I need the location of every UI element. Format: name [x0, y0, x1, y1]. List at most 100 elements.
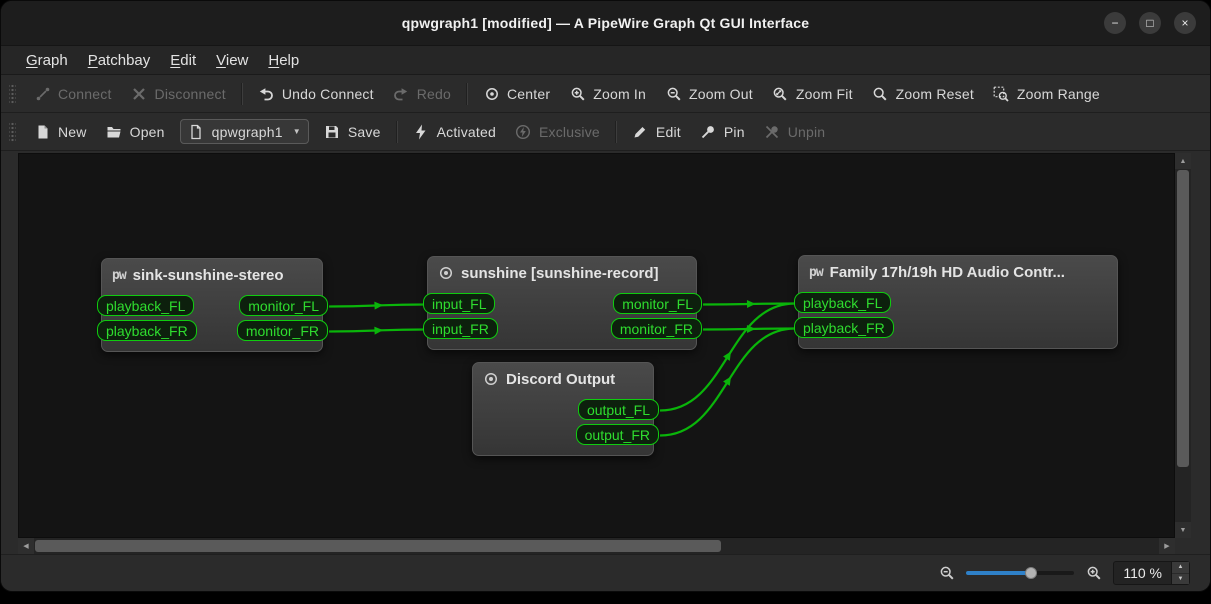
vertical-scroll-track[interactable] [1175, 169, 1191, 522]
redo-icon [393, 85, 410, 102]
port-input_FL[interactable]: input_FL [423, 293, 495, 314]
activated-icon [413, 123, 430, 140]
zoom-in-icon[interactable] [1085, 565, 1102, 582]
toolbar-separator [615, 121, 617, 143]
zoom-in-icon [569, 85, 586, 102]
close-button[interactable]: × [1174, 12, 1196, 34]
port-playback_FR[interactable]: playback_FR [97, 320, 197, 341]
minimize-icon: − [1111, 17, 1118, 29]
zoom-reset-button[interactable]: Zoom Reset [864, 80, 982, 107]
menu-edit[interactable]: Edit [161, 49, 205, 72]
scroll-right-button[interactable]: ▶ [1159, 538, 1175, 554]
edit-label: Edit [656, 124, 681, 140]
spin-down-button[interactable]: ▼ [1172, 574, 1189, 585]
menu-view[interactable]: View [207, 49, 257, 72]
dropdown-arrow-icon: ▼ [293, 127, 301, 136]
exclusive-button[interactable]: Exclusive [507, 118, 608, 145]
horizontal-scrollbar[interactable]: ◀ ▶ [18, 538, 1175, 554]
pin-button[interactable]: Pin [692, 118, 753, 145]
port-output_FR[interactable]: output_FR [576, 424, 659, 445]
menu-graph[interactable]: Graph [17, 49, 77, 72]
file-icon [188, 123, 205, 140]
new-button[interactable]: New [26, 118, 95, 145]
port-monitor_FL[interactable]: monitor_FL [613, 293, 702, 314]
zoom-range-icon [993, 85, 1010, 102]
graph-canvas[interactable]: pwsink-sunshine-stereoplayback_FLmonitor… [18, 153, 1175, 538]
disconnect-button[interactable]: Disconnect [123, 80, 234, 107]
toolbar-separator [396, 121, 398, 143]
horizontal-scroll-track[interactable] [34, 538, 1159, 554]
port-output_FL[interactable]: output_FL [578, 399, 659, 420]
menu-help[interactable]: Help [259, 49, 308, 72]
open-button[interactable]: Open [98, 118, 173, 145]
center-button[interactable]: Center [475, 80, 558, 107]
scroll-up-button[interactable]: ▲ [1175, 153, 1191, 169]
minimize-button[interactable]: − [1104, 12, 1126, 34]
content-area: pwsink-sunshine-stereoplayback_FLmonitor… [18, 153, 1191, 554]
disconnect-icon [131, 85, 148, 102]
undo-connect-button[interactable]: Undo Connect [250, 80, 382, 107]
activated-label: Activated [437, 124, 496, 140]
center-label: Center [507, 86, 550, 102]
menu-patchbay[interactable]: Patchbay [79, 49, 160, 72]
node-title: pwFamily 17h/19h HD Audio Contr... [799, 256, 1117, 288]
node-title: Discord Output [473, 363, 653, 395]
port-playback_FR[interactable]: playback_FR [794, 317, 894, 338]
port-playback_FL[interactable]: playback_FL [97, 295, 194, 316]
port-input_FR[interactable]: input_FR [423, 318, 498, 339]
port-monitor_FR[interactable]: monitor_FR [611, 318, 702, 339]
node-sink[interactable]: pwsink-sunshine-stereoplayback_FLmonitor… [101, 258, 323, 352]
node-title: sunshine [sunshine-record] [428, 257, 696, 289]
pin-label: Pin [724, 124, 745, 140]
zoom-fit-button[interactable]: Zoom Fit [764, 80, 861, 107]
port-monitor_FR[interactable]: monitor_FR [237, 320, 328, 341]
toolbar-main: Connect Disconnect Undo ConnectRedo Center Z… [1, 75, 1210, 113]
toolbar-file: New Open qpwgraph1▼ Save Activated Exclusive E… [1, 113, 1210, 151]
port-playback_FL[interactable]: playback_FL [794, 292, 891, 313]
patchbay-selector-combo[interactable]: qpwgraph1▼ [180, 119, 309, 144]
vertical-scroll-handle[interactable] [1177, 170, 1189, 467]
zoom-slider[interactable] [966, 571, 1074, 575]
zoom-value[interactable]: 110 % [1114, 562, 1171, 584]
zoom-spin-arrows: ▲ ▼ [1171, 562, 1189, 584]
horizontal-scroll-handle[interactable] [35, 540, 721, 552]
disconnect-label: Disconnect [155, 86, 226, 102]
save-button[interactable]: Save [316, 118, 389, 145]
vertical-scrollbar[interactable]: ▲ ▼ [1175, 153, 1191, 538]
zoom-in-label: Zoom In [593, 86, 646, 102]
node-discord[interactable]: Discord Outputoutput_FLoutput_FR [472, 362, 654, 456]
menu-bar: GraphPatchbayEditViewHelp [1, 46, 1210, 75]
center-icon [483, 85, 500, 102]
maximize-button[interactable]: □ [1139, 12, 1161, 34]
zoom-out-icon[interactable] [938, 565, 955, 582]
unpin-label: Unpin [788, 124, 826, 140]
node-title: pwsink-sunshine-stereo [102, 259, 322, 291]
zoom-fit-label: Zoom Fit [796, 86, 853, 102]
zoom-slider-fill [966, 571, 1031, 575]
port-monitor_FL[interactable]: monitor_FL [239, 295, 328, 316]
exclusive-icon [515, 123, 532, 140]
spin-up-button[interactable]: ▲ [1172, 562, 1189, 574]
connect-button[interactable]: Connect [26, 80, 120, 107]
zoom-in-button[interactable]: Zoom In [561, 80, 654, 107]
status-bar: 110 % ▲ ▼ [1, 554, 1210, 591]
zoom-out-button[interactable]: Zoom Out [657, 80, 761, 107]
scroll-down-button[interactable]: ▼ [1175, 522, 1191, 538]
toolbar-drag-handle[interactable] [9, 121, 16, 143]
new-label: New [58, 124, 87, 140]
title-bar[interactable]: qpwgraph1 [modified] — A PipeWire Graph … [1, 1, 1210, 46]
edit-button[interactable]: Edit [624, 118, 689, 145]
zoom-range-button[interactable]: Zoom Range [985, 80, 1108, 107]
new-icon [34, 123, 51, 140]
toolbar-drag-handle[interactable] [9, 83, 16, 105]
zoom-spinbox[interactable]: 110 % ▲ ▼ [1113, 561, 1190, 585]
redo-button[interactable]: Redo [385, 80, 459, 107]
node-sunshine[interactable]: sunshine [sunshine-record]input_FLmonito… [427, 256, 697, 350]
record-icon [438, 265, 454, 281]
activated-button[interactable]: Activated [405, 118, 504, 145]
zoom-slider-handle[interactable] [1025, 567, 1037, 579]
undo-icon [258, 85, 275, 102]
scroll-left-button[interactable]: ◀ [18, 538, 34, 554]
node-family[interactable]: pwFamily 17h/19h HD Audio Contr...playba… [798, 255, 1118, 349]
unpin-button[interactable]: Unpin [756, 118, 834, 145]
